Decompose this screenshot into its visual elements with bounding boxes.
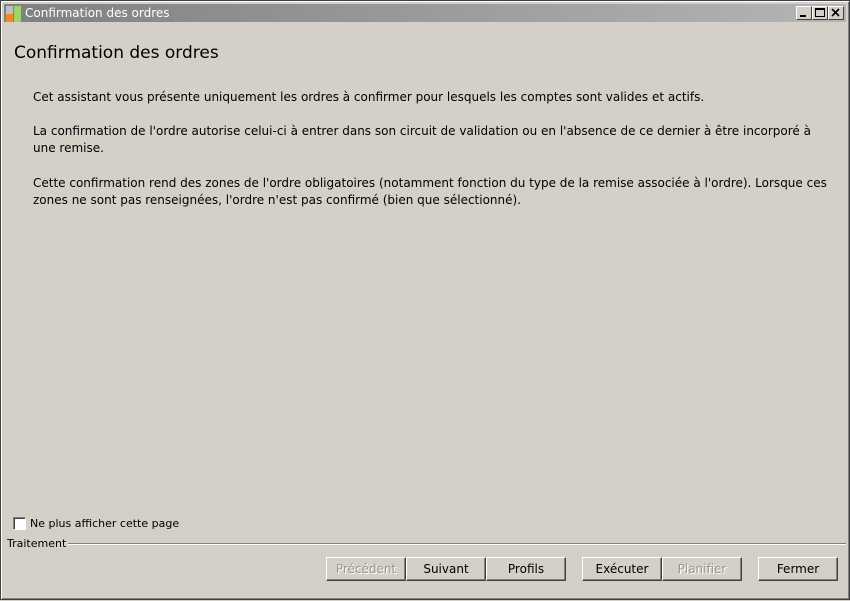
next-button[interactable]: Suivant [406,557,486,581]
close-icon [831,8,840,17]
maximize-button[interactable] [812,6,828,20]
schedule-button[interactable]: Planifier [662,557,742,581]
description-paragraph: Cette confirmation rend des zones de l'o… [33,176,827,207]
description-paragraph: La confirmation de l'ordre autorise celu… [33,124,811,155]
page-title: Confirmation des ordres [14,43,219,63]
title-bar[interactable]: Confirmation des ordres [4,4,846,22]
description-paragraph: Cet assistant vous présente uniquement l… [33,90,705,104]
group-label: Traitement [7,537,69,551]
profiles-button[interactable]: Profils [486,557,566,581]
main-window: Confirmation des ordres Confirmation des… [0,0,850,600]
minimize-button[interactable] [796,6,812,20]
group-divider [59,543,846,545]
close-button[interactable]: Fermer [758,557,838,581]
wizard-content: Confirmation des ordres Cet assistant vo… [1,23,850,601]
window-title: Confirmation des ordres [25,6,170,20]
close-window-button[interactable] [828,6,844,20]
app-icon [6,6,22,22]
minimize-icon [800,15,806,17]
dont-show-label[interactable]: Ne plus afficher cette page [30,517,179,531]
previous-button[interactable]: Précédent [326,557,406,581]
maximize-icon [815,8,825,17]
execute-button[interactable]: Exécuter [582,557,662,581]
dont-show-checkbox[interactable] [13,517,26,530]
